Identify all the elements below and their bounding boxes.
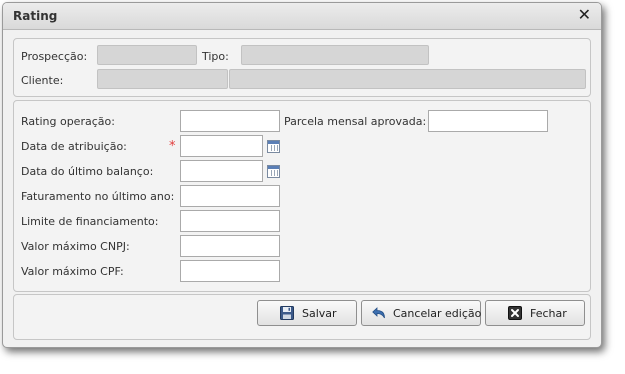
header-panel: Prospecção: Tipo: Cliente:: [13, 38, 591, 97]
max-cpf-label: Valor máximo CPF:: [21, 265, 124, 278]
cliente-label: Cliente:: [21, 74, 64, 87]
form-panel: Rating operação: Parcela mensal aprovada…: [13, 100, 591, 292]
dialog-titlebar[interactable]: Rating ✕: [3, 3, 601, 30]
data-atribuicao-input[interactable]: [180, 135, 263, 157]
close-icon[interactable]: ✕: [578, 6, 591, 24]
cancel-edit-label: Cancelar edição: [393, 307, 482, 320]
calendar-icon[interactable]: [267, 165, 280, 178]
save-button[interactable]: Salvar: [257, 300, 357, 326]
max-cpf-input[interactable]: [180, 260, 280, 282]
rating-dialog: Rating ✕ Prospecção: Tipo: Cliente: Rati…: [2, 2, 602, 348]
faturamento-label: Faturamento no último ano:: [21, 190, 175, 203]
prospeccao-label: Prospecção:: [21, 50, 88, 63]
save-label: Salvar: [302, 307, 337, 320]
rating-operacao-input[interactable]: [180, 110, 280, 132]
undo-arrow-icon: [372, 307, 385, 319]
x-box-icon: [508, 306, 522, 320]
rating-operacao-label: Rating operação:: [21, 115, 115, 128]
cliente-code-field: [97, 69, 228, 89]
data-atribuicao-label: Data de atribuição:: [21, 140, 127, 153]
prospeccao-field: [97, 45, 197, 65]
floppy-disk-icon: [280, 306, 294, 320]
fechar-label: Fechar: [530, 307, 567, 320]
limite-input[interactable]: [180, 210, 280, 232]
calendar-icon[interactable]: [267, 140, 280, 153]
required-marker: *: [169, 139, 176, 154]
parcela-mensal-label: Parcela mensal aprovada:: [284, 115, 427, 128]
dialog-title: Rating: [13, 9, 58, 23]
tipo-label: Tipo:: [202, 50, 229, 63]
cliente-name-field: [229, 69, 586, 89]
tipo-field: [241, 45, 429, 65]
max-cnpj-label: Valor máximo CNPJ:: [21, 240, 130, 253]
data-balanco-input[interactable]: [180, 160, 263, 182]
limite-label: Limite de financiamento:: [21, 215, 159, 228]
data-balanco-label: Data do último balanço:: [21, 165, 154, 178]
cancel-edit-button[interactable]: Cancelar edição: [361, 300, 481, 326]
max-cnpj-input[interactable]: [180, 235, 280, 257]
parcela-mensal-input[interactable]: [428, 110, 548, 132]
faturamento-input[interactable]: [180, 185, 280, 207]
fechar-button[interactable]: Fechar: [485, 300, 585, 326]
